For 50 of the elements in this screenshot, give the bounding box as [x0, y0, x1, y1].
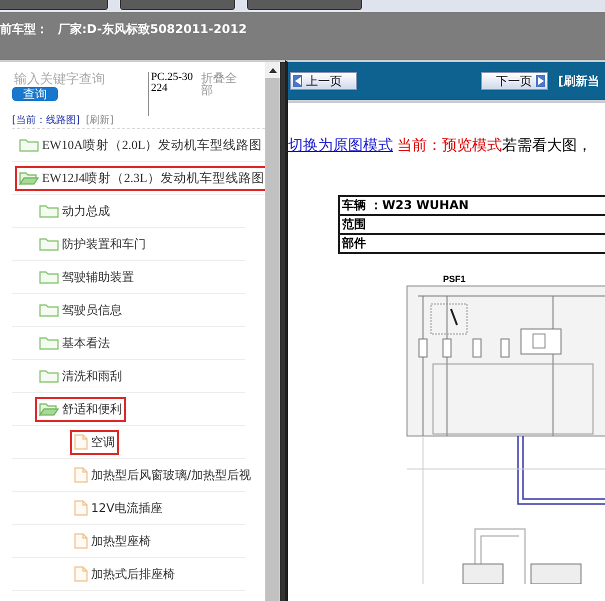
hint-text: 若需看大图，	[502, 136, 592, 155]
folder-icon	[39, 336, 59, 350]
toolbar-button[interactable]	[0, 0, 108, 10]
toolbar-button[interactable]	[247, 0, 362, 10]
tree-item[interactable]: EW12J4喷射（2.3L）发动机车型线路图	[15, 166, 265, 190]
refresh-link[interactable]: [刷新]	[86, 116, 114, 126]
arrow-left-icon	[293, 75, 302, 87]
tree-item[interactable]: 加热型座椅	[70, 528, 155, 554]
document-icon	[74, 566, 88, 582]
document-icon	[74, 467, 88, 483]
document-icon	[74, 500, 88, 516]
sheet-row: 车辆 ：W23 WUHAN	[340, 197, 605, 216]
toolbar-button[interactable]	[120, 0, 235, 10]
folder-icon	[39, 204, 59, 218]
tree-item[interactable]: 加热式后排座椅	[70, 562, 179, 586]
catalog-code: PC.25-30224	[148, 72, 195, 116]
tree-item[interactable]: 加热型后风窗玻璃/加热型后视	[70, 462, 256, 488]
document-icon	[74, 434, 88, 450]
search-button[interactable]: 查询	[12, 87, 58, 101]
tree-item[interactable]: 基本看法	[35, 330, 114, 356]
folder-icon	[39, 270, 59, 284]
sheet-row-text: 部件	[340, 235, 367, 252]
open-folder-icon	[19, 171, 39, 185]
next-page-button[interactable]: 下一页	[481, 72, 548, 90]
tree-item[interactable]: 舒适和便利	[35, 396, 126, 422]
tree-item[interactable]: 驾驶辅助装置	[35, 264, 138, 290]
current-model-label: 前车型：	[0, 21, 48, 38]
previous-page-button[interactable]: 上一页	[290, 72, 357, 90]
arrow-right-icon	[536, 75, 545, 87]
tree-item[interactable]: 清洗和雨刮	[35, 364, 126, 388]
tree-item[interactable]: 空调	[70, 430, 119, 454]
folder-icon	[39, 369, 59, 383]
keyword-search-field[interactable]: 输入关键字查询	[12, 72, 134, 87]
diagram-title: PSF1	[443, 274, 467, 284]
tree-item[interactable]: 防护装置和车门	[35, 232, 150, 256]
refresh-link[interactable]: [刷新当	[558, 72, 600, 90]
document-icon	[74, 533, 88, 549]
tree-item[interactable]: 12V电流插座	[70, 496, 166, 520]
folder-icon	[19, 138, 39, 152]
folder-icon	[39, 303, 59, 317]
open-folder-icon	[39, 402, 59, 416]
tree-item[interactable]: 驾驶员信息	[35, 298, 126, 322]
original-mode-link[interactable]: 切换为原图模式	[288, 136, 393, 155]
folder-icon	[39, 237, 59, 251]
tree-item[interactable]: 动力总成	[35, 198, 114, 224]
current-model-name: 厂家:D-东风标致5082011-2012	[58, 21, 247, 38]
current-mode-text: 当前：预览模式	[397, 136, 502, 155]
sheet-row: 范围	[340, 216, 605, 235]
tree-item[interactable]: EW10A喷射（2.0L）发动机车型线路图	[15, 132, 265, 158]
breadcrumb-text: [当前：线路图]	[12, 116, 80, 126]
